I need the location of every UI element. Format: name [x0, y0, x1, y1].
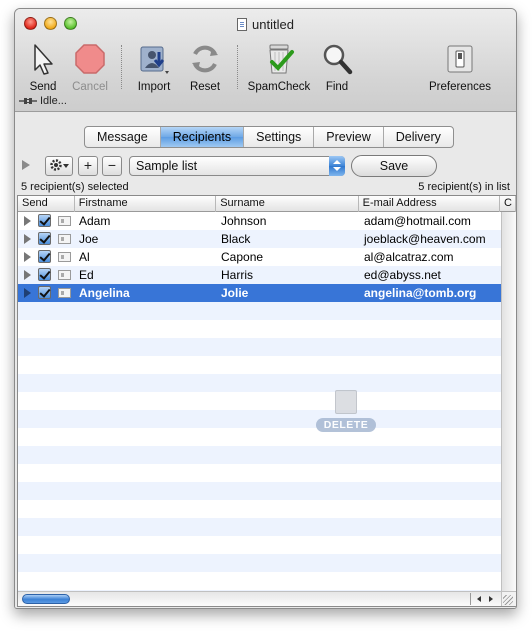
column-header-send[interactable]: Send: [18, 196, 75, 212]
table-row-selected[interactable]: Angelina Jolie angelina@tomb.org: [18, 284, 502, 302]
column-header-email[interactable]: E-mail Address: [359, 196, 501, 212]
email-cell: angelina@tomb.org: [364, 286, 477, 300]
scroll-arrows[interactable]: [470, 593, 500, 605]
expand-triangle-icon[interactable]: [24, 234, 31, 244]
email-cell: al@alcatraz.com: [364, 250, 454, 264]
selected-count: 5 recipient(s) selected: [21, 181, 129, 193]
email-cell: ed@abyss.net: [364, 268, 441, 282]
firstname-cell: Joe: [79, 232, 99, 246]
import-icon: [137, 42, 171, 76]
tab-settings[interactable]: Settings: [244, 127, 315, 147]
toolbar-separator: [237, 45, 238, 89]
titlebar-toolbar: untitled Send Cancel Import Reset SpamCh…: [15, 9, 516, 112]
send-checkbox[interactable]: [38, 268, 51, 281]
resize-grip-icon[interactable]: [503, 595, 513, 605]
surname-cell: Johnson: [221, 214, 267, 228]
table-row[interactable]: Ed Harris ed@abyss.net: [18, 266, 502, 284]
list-count: 5 recipient(s) in list: [418, 181, 510, 193]
plug-icon: [19, 98, 37, 104]
document-icon: [237, 18, 248, 31]
contact-card-icon: [58, 270, 71, 280]
table-row[interactable]: Al Capone al@alcatraz.com: [18, 248, 502, 266]
firstname-cell: Al: [79, 250, 90, 264]
contact-card-icon: [58, 288, 71, 298]
select-arrows-icon: [329, 156, 345, 176]
table-row[interactable]: Joe Black joeblack@heaven.com: [18, 230, 502, 248]
horizontal-scrollbar[interactable]: [18, 591, 502, 606]
gear-icon: [50, 159, 69, 171]
save-list-button[interactable]: Save: [351, 155, 437, 177]
horizontal-scroll-thumb[interactable]: [22, 594, 70, 604]
switch-icon: [443, 42, 477, 76]
contact-card-icon: [58, 234, 71, 244]
tab-recipients[interactable]: Recipients: [160, 127, 245, 147]
expand-triangle-icon[interactable]: [24, 270, 31, 280]
surname-cell: Black: [221, 232, 251, 246]
drag-delete-overlay: DELETE: [314, 390, 378, 432]
preferences-button[interactable]: Preferences: [427, 42, 493, 93]
tab-message[interactable]: Message: [85, 127, 161, 147]
contact-card-icon: [58, 216, 71, 226]
expand-triangle-icon[interactable]: [24, 216, 31, 226]
send-checkbox[interactable]: [38, 232, 51, 245]
trash-check-icon: [262, 42, 296, 76]
email-cell: adam@hotmail.com: [364, 214, 471, 228]
app-window: untitled Send Cancel Import Reset SpamCh…: [14, 8, 517, 609]
toolbar-separator: [121, 45, 122, 89]
scroll-left-icon[interactable]: [477, 596, 481, 602]
table-header: Send Firstname Surname E-mail Address C: [18, 196, 516, 212]
expand-triangle-icon[interactable]: [24, 252, 31, 262]
send-button[interactable]: Send: [21, 42, 65, 93]
column-header-extra[interactable]: C: [500, 196, 516, 212]
spamcheck-button[interactable]: SpamCheck: [245, 42, 313, 93]
add-recipient-button[interactable]: +: [78, 156, 98, 176]
import-button[interactable]: Import: [132, 42, 176, 93]
expand-triangle-icon[interactable]: [24, 288, 31, 298]
gear-menu-button[interactable]: [45, 156, 73, 176]
table-row[interactable]: Adam Johnson adam@hotmail.com: [18, 212, 502, 230]
send-checkbox[interactable]: [38, 286, 51, 299]
email-cell: joeblack@heaven.com: [364, 232, 486, 246]
status-text: Idle...: [40, 95, 67, 107]
recipient-list-select[interactable]: Sample list: [129, 156, 345, 176]
tab-delivery[interactable]: Delivery: [384, 127, 453, 147]
find-button[interactable]: Find: [318, 42, 356, 93]
tab-preview[interactable]: Preview: [314, 127, 384, 147]
reset-button[interactable]: Reset: [183, 42, 227, 93]
surname-cell: Harris: [221, 268, 253, 282]
send-checkbox[interactable]: [38, 250, 51, 263]
surname-cell: Jolie: [221, 286, 249, 300]
send-icon: [26, 42, 60, 76]
table-body: Adam Johnson adam@hotmail.com Joe Black …: [18, 212, 502, 591]
column-header-surname[interactable]: Surname: [216, 196, 359, 212]
stop-icon: [73, 42, 107, 76]
recipients-table: Send Firstname Surname E-mail Address C …: [17, 195, 516, 607]
dragged-file-icon: [335, 390, 357, 414]
contact-card-icon: [58, 252, 71, 262]
column-header-firstname[interactable]: Firstname: [75, 196, 217, 212]
list-disclosure-triangle[interactable]: [22, 160, 30, 170]
delete-label: DELETE: [315, 418, 377, 432]
reset-icon: [188, 42, 222, 76]
status-bar: Idle...: [15, 95, 516, 112]
scroll-right-icon[interactable]: [489, 596, 493, 602]
magnifier-icon: [320, 42, 354, 76]
cancel-button[interactable]: Cancel: [69, 42, 111, 93]
firstname-cell: Adam: [79, 214, 111, 228]
vertical-scrollbar[interactable]: [501, 212, 516, 591]
send-checkbox[interactable]: [38, 214, 51, 227]
firstname-cell: Angelina: [79, 286, 130, 300]
window-title: untitled: [15, 17, 516, 32]
tab-bar: Message Recipients Settings Preview Deli…: [84, 126, 454, 148]
firstname-cell: Ed: [79, 268, 94, 282]
surname-cell: Capone: [221, 250, 264, 264]
remove-recipient-button[interactable]: −: [102, 156, 122, 176]
main-content: Message Recipients Settings Preview Deli…: [15, 113, 516, 608]
